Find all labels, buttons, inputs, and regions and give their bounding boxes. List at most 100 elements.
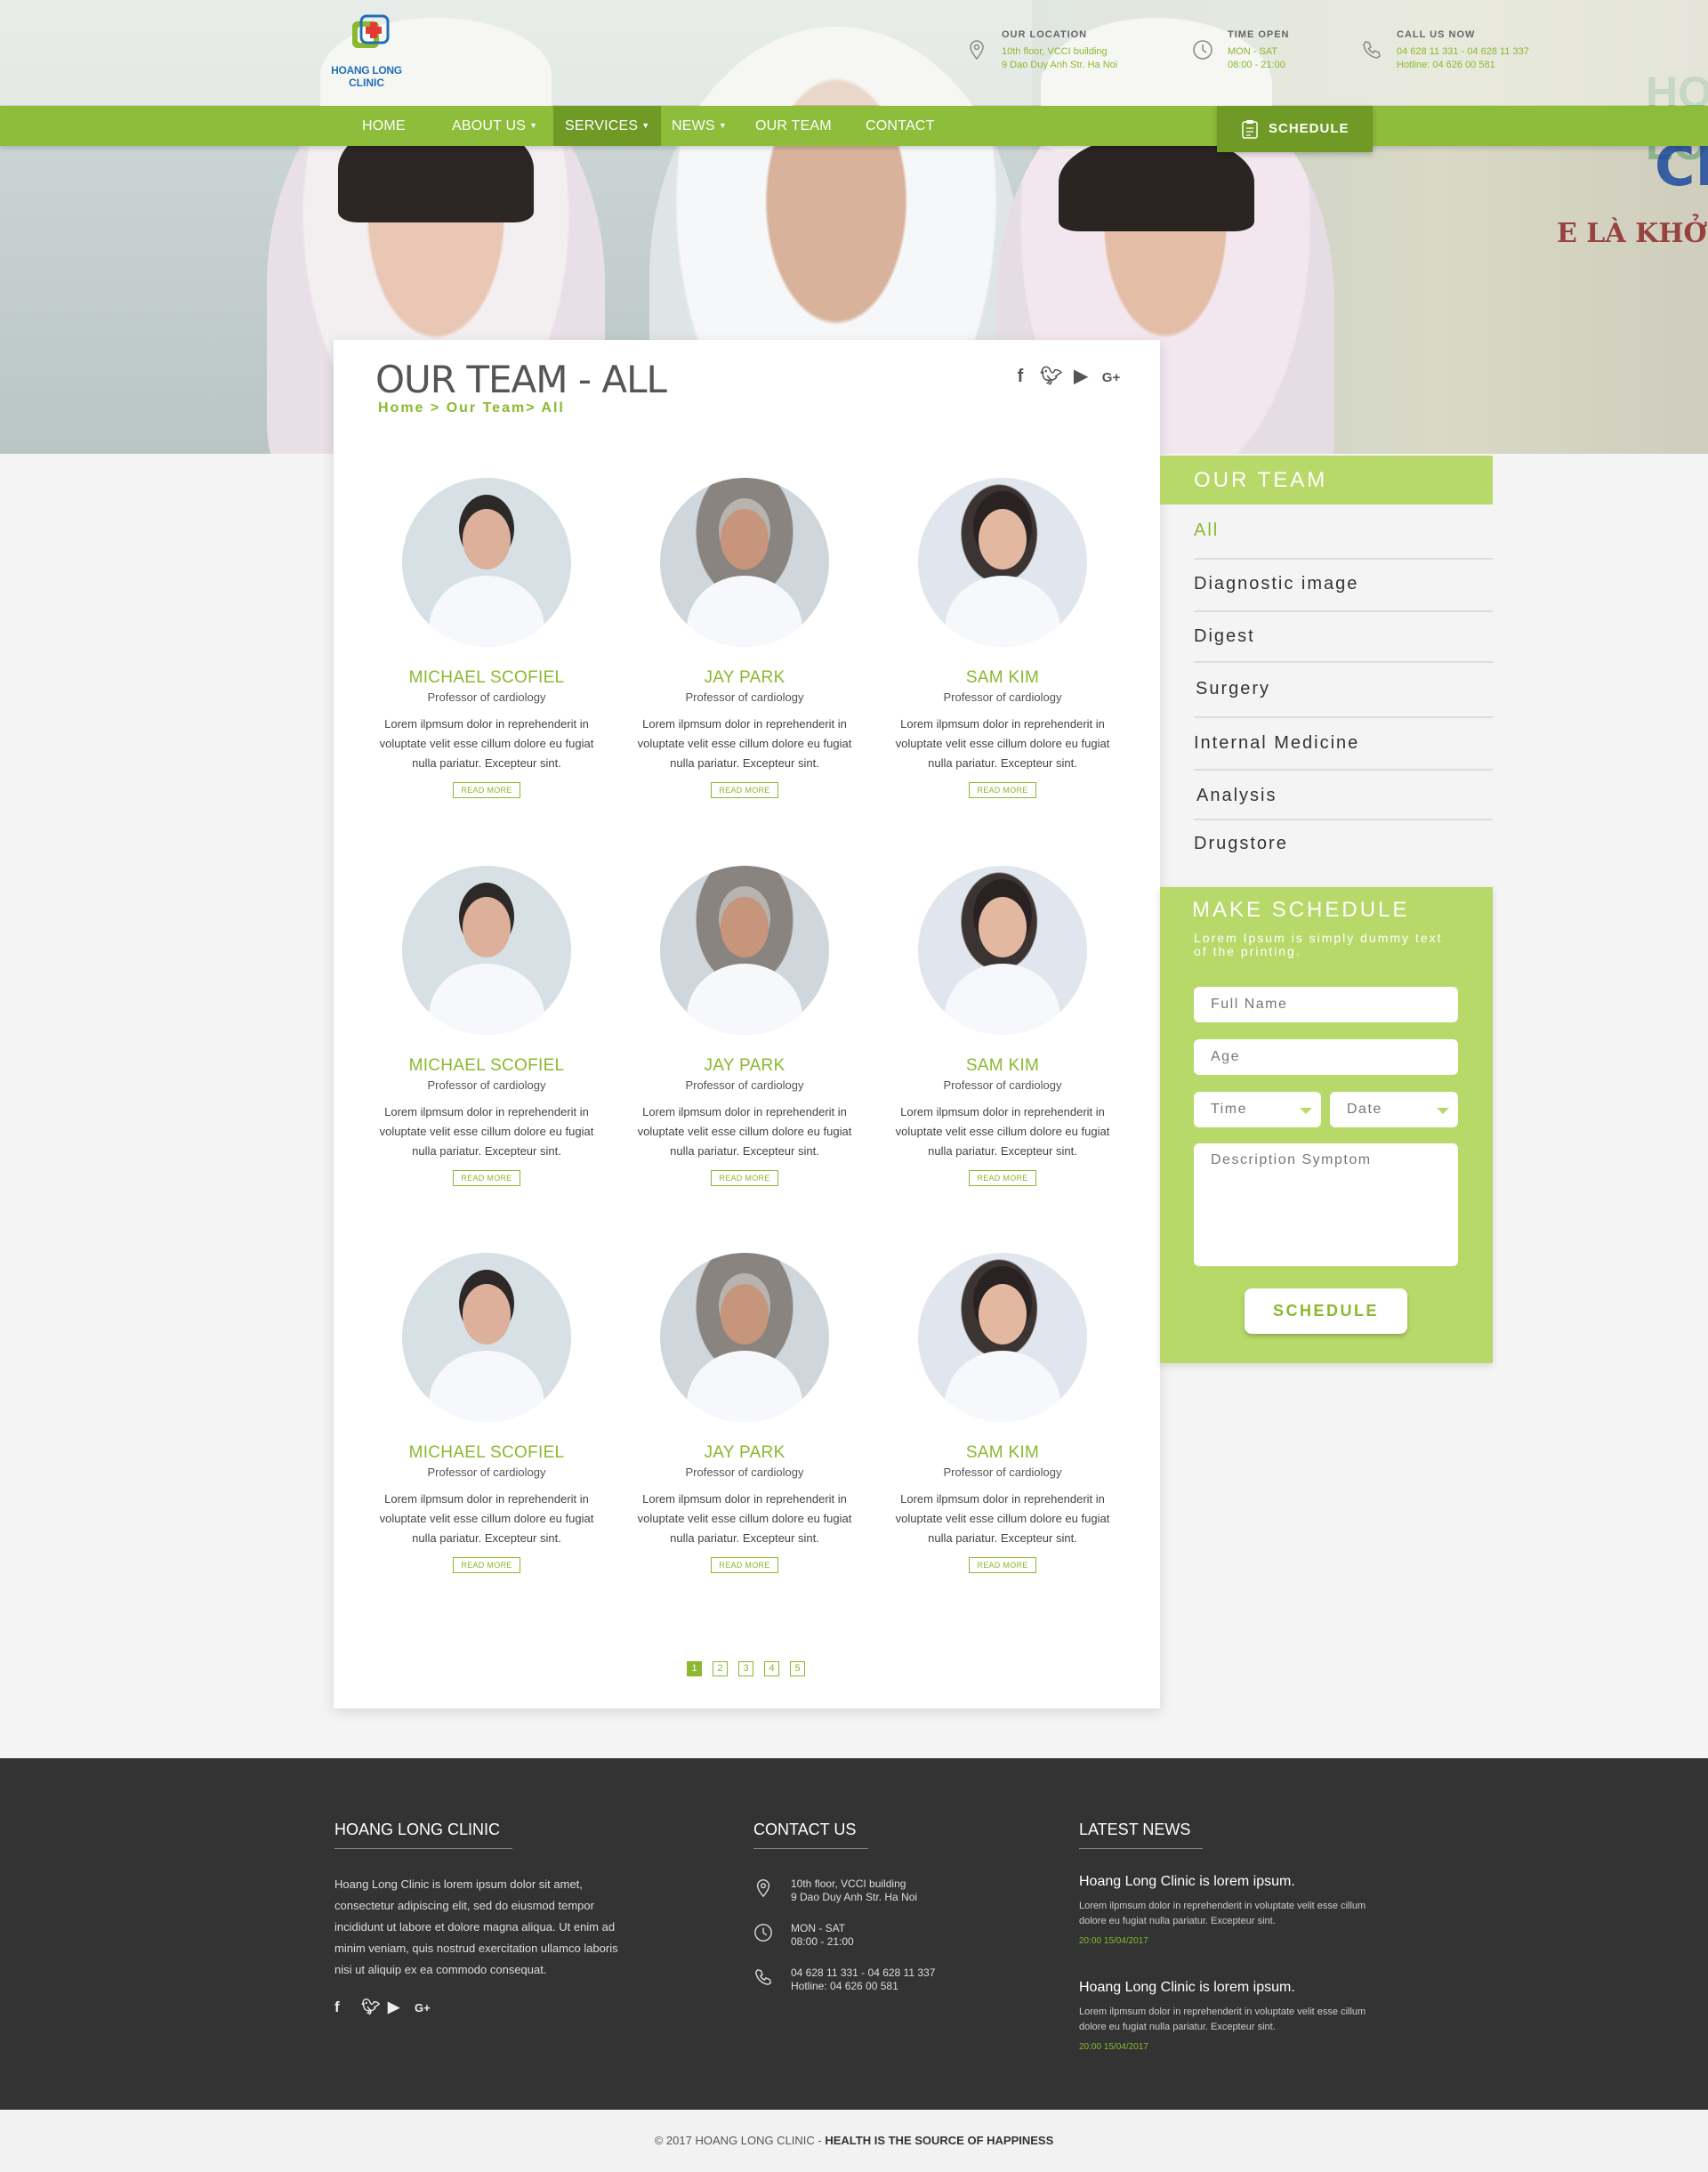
time-select[interactable]: Time bbox=[1194, 1092, 1321, 1127]
page-4-button[interactable]: 4 bbox=[764, 1661, 779, 1676]
caret-down-icon: ▼ bbox=[641, 121, 650, 130]
team-member: MICHAEL SCOFIEL Professor of cardiology … bbox=[367, 1253, 607, 1573]
hours-line: 08:00 - 21:00 bbox=[791, 1935, 854, 1948]
sidebar-item-diagnostic-image[interactable]: Diagnostic image bbox=[1194, 574, 1493, 594]
sidebar-item-internal-medicine[interactable]: Internal Medicine bbox=[1194, 733, 1493, 754]
member-desc: Lorem ilpmsum dolor in reprehenderit in … bbox=[379, 1105, 594, 1158]
sidebar-title: OUR TEAM bbox=[1160, 456, 1493, 505]
member-photo[interactable] bbox=[402, 1253, 571, 1422]
news-title[interactable]: Hoang Long Clinic is lorem ipsum. bbox=[1079, 1980, 1373, 1996]
news-desc: Lorem ilpmsum dolor in reprehenderit in … bbox=[1079, 2006, 1366, 2032]
member-name[interactable]: SAM KIM bbox=[882, 668, 1123, 688]
footer-news: LATEST NEWS Hoang Long Clinic is lorem i… bbox=[1079, 1821, 1373, 2052]
time-line: MON - SAT bbox=[1228, 46, 1278, 57]
read-more-button[interactable]: READ MORE bbox=[969, 1170, 1036, 1186]
sidebar-item-surgery[interactable]: Surgery bbox=[1196, 679, 1494, 699]
divider bbox=[1194, 661, 1493, 663]
clipboard-icon bbox=[1242, 120, 1258, 139]
schedule-form: MAKE SCHEDULE Lorem Ipsum is simply dumm… bbox=[1160, 887, 1493, 1363]
location-label: OUR LOCATION bbox=[1002, 29, 1088, 40]
member-photo[interactable] bbox=[660, 1253, 829, 1422]
member-photo[interactable] bbox=[918, 866, 1087, 1035]
footer-about-text: Hoang Long Clinic is lorem ipsum dolor s… bbox=[334, 1877, 618, 1976]
member-photo[interactable] bbox=[660, 866, 829, 1035]
read-more-button[interactable]: READ MORE bbox=[711, 1170, 778, 1186]
member-name[interactable]: SAM KIM bbox=[882, 1443, 1123, 1463]
divider bbox=[1194, 610, 1493, 612]
nav-services[interactable]: SERVICES ▼ bbox=[553, 106, 662, 146]
page-3-button[interactable]: 3 bbox=[738, 1661, 753, 1676]
member-photo[interactable] bbox=[918, 478, 1087, 647]
read-more-button[interactable]: READ MORE bbox=[453, 1557, 520, 1573]
facebook-icon[interactable]: f bbox=[1010, 367, 1031, 387]
full-name-field[interactable]: Full Name bbox=[1194, 987, 1458, 1022]
team-member: SAM KIM Professor of cardiology Lorem il… bbox=[882, 866, 1123, 1186]
nav-contact[interactable]: CONTACT bbox=[854, 106, 947, 146]
member-photo[interactable] bbox=[402, 478, 571, 647]
read-more-button[interactable]: READ MORE bbox=[711, 1557, 778, 1573]
page-2-button[interactable]: 2 bbox=[713, 1661, 728, 1676]
nav-label: SERVICES bbox=[565, 118, 639, 133]
read-more-button[interactable]: READ MORE bbox=[969, 1557, 1036, 1573]
schedule-button[interactable]: SCHEDULE bbox=[1217, 106, 1373, 152]
schedule-submit-button[interactable]: SCHEDULE bbox=[1245, 1288, 1407, 1334]
hero-sign-slogan: E LÀ KHỞI NGUỒN CỦA HẠNH PHÚC bbox=[1557, 218, 1708, 249]
member-role: Professor of cardiology bbox=[943, 690, 1062, 704]
symptom-textarea[interactable]: Description Symptom bbox=[1194, 1143, 1458, 1266]
nav-news[interactable]: NEWS ▼ bbox=[660, 106, 738, 146]
facebook-icon[interactable]: f bbox=[334, 1998, 352, 2016]
sidebar-item-digest[interactable]: Digest bbox=[1194, 626, 1493, 647]
news-title[interactable]: Hoang Long Clinic is lorem ipsum. bbox=[1079, 1874, 1373, 1890]
social-links: f 🐦︎ ▶ G+ bbox=[1010, 365, 1131, 387]
sidebar-item-all[interactable]: All bbox=[1194, 521, 1493, 541]
twitter-icon[interactable]: 🐦︎ bbox=[1040, 365, 1062, 387]
time-placeholder: Time bbox=[1211, 1102, 1247, 1117]
read-more-button[interactable]: READ MORE bbox=[969, 782, 1036, 798]
breadcrumb[interactable]: Home > Our Team> All bbox=[378, 400, 565, 416]
symptom-placeholder: Description Symptom bbox=[1211, 1152, 1372, 1167]
nav-about-us[interactable]: ABOUT US ▼ bbox=[440, 106, 549, 146]
team-member: MICHAEL SCOFIEL Professor of cardiology … bbox=[367, 866, 607, 1186]
member-photo[interactable] bbox=[918, 1253, 1087, 1422]
map-pin-icon bbox=[756, 1879, 770, 1898]
nav-home[interactable]: HOME bbox=[350, 106, 417, 146]
member-name[interactable]: JAY PARK bbox=[624, 668, 865, 688]
copyright-slogan: HEALTH IS THE SOURCE OF HAPPINESS bbox=[825, 2134, 1054, 2147]
nav-our-team[interactable]: OUR TEAM bbox=[744, 106, 843, 146]
sidebar-item-analysis[interactable]: Analysis bbox=[1196, 786, 1495, 806]
logo-text: HOANG LONG bbox=[331, 64, 402, 77]
youtube-icon[interactable]: ▶ bbox=[1070, 365, 1092, 387]
header-location: OUR LOCATION 10th floor, VCCI building 9… bbox=[970, 28, 1117, 72]
member-name[interactable]: MICHAEL SCOFIEL bbox=[367, 1443, 607, 1463]
youtube-icon[interactable]: ▶ bbox=[388, 1998, 406, 2016]
phone-icon bbox=[1363, 41, 1381, 59]
news-date: 20:00 15/04/2017 bbox=[1079, 2042, 1148, 2052]
member-name[interactable]: SAM KIM bbox=[882, 1056, 1123, 1076]
member-name[interactable]: JAY PARK bbox=[624, 1443, 865, 1463]
logo[interactable]: HOANG LONG CLINIC bbox=[331, 12, 402, 93]
member-photo[interactable] bbox=[402, 866, 571, 1035]
dropdown-arrow-icon bbox=[1300, 1108, 1312, 1114]
member-name[interactable]: JAY PARK bbox=[624, 1056, 865, 1076]
member-name[interactable]: MICHAEL SCOFIEL bbox=[367, 1056, 607, 1076]
page-5-button[interactable]: 5 bbox=[790, 1661, 805, 1676]
footer-phone: 04 628 11 331 - 04 628 11 337 Hotline: 0… bbox=[753, 1966, 935, 1993]
member-photo[interactable] bbox=[660, 478, 829, 647]
member-name[interactable]: MICHAEL SCOFIEL bbox=[367, 668, 607, 688]
page-1-button[interactable]: 1 bbox=[687, 1661, 702, 1676]
date-select[interactable]: Date bbox=[1330, 1092, 1458, 1127]
footer-about: HOANG LONG CLINIC Hoang Long Clinic is l… bbox=[334, 1821, 628, 2016]
address-line: 9 Dao Duy Anh Str. Ha Noi bbox=[791, 1891, 918, 1903]
sidebar-item-drugstore[interactable]: Drugstore bbox=[1194, 834, 1493, 854]
logo-icon bbox=[352, 14, 390, 48]
read-more-button[interactable]: READ MORE bbox=[453, 782, 520, 798]
footer-contact: CONTACT US 10th floor, VCCI building 9 D… bbox=[753, 1821, 935, 1993]
copyright-text: © 2017 HOANG LONG CLINIC - bbox=[654, 2134, 826, 2147]
read-more-button[interactable]: READ MORE bbox=[453, 1170, 520, 1186]
read-more-button[interactable]: READ MORE bbox=[711, 782, 778, 798]
google-plus-icon[interactable]: G+ bbox=[415, 2001, 432, 2015]
twitter-icon[interactable]: 🐦︎ bbox=[361, 1998, 381, 2016]
age-field[interactable]: Age bbox=[1194, 1039, 1458, 1075]
google-plus-icon[interactable]: G+ bbox=[1100, 370, 1122, 385]
footer-hours: MON - SAT 08:00 - 21:00 bbox=[753, 1922, 935, 1949]
